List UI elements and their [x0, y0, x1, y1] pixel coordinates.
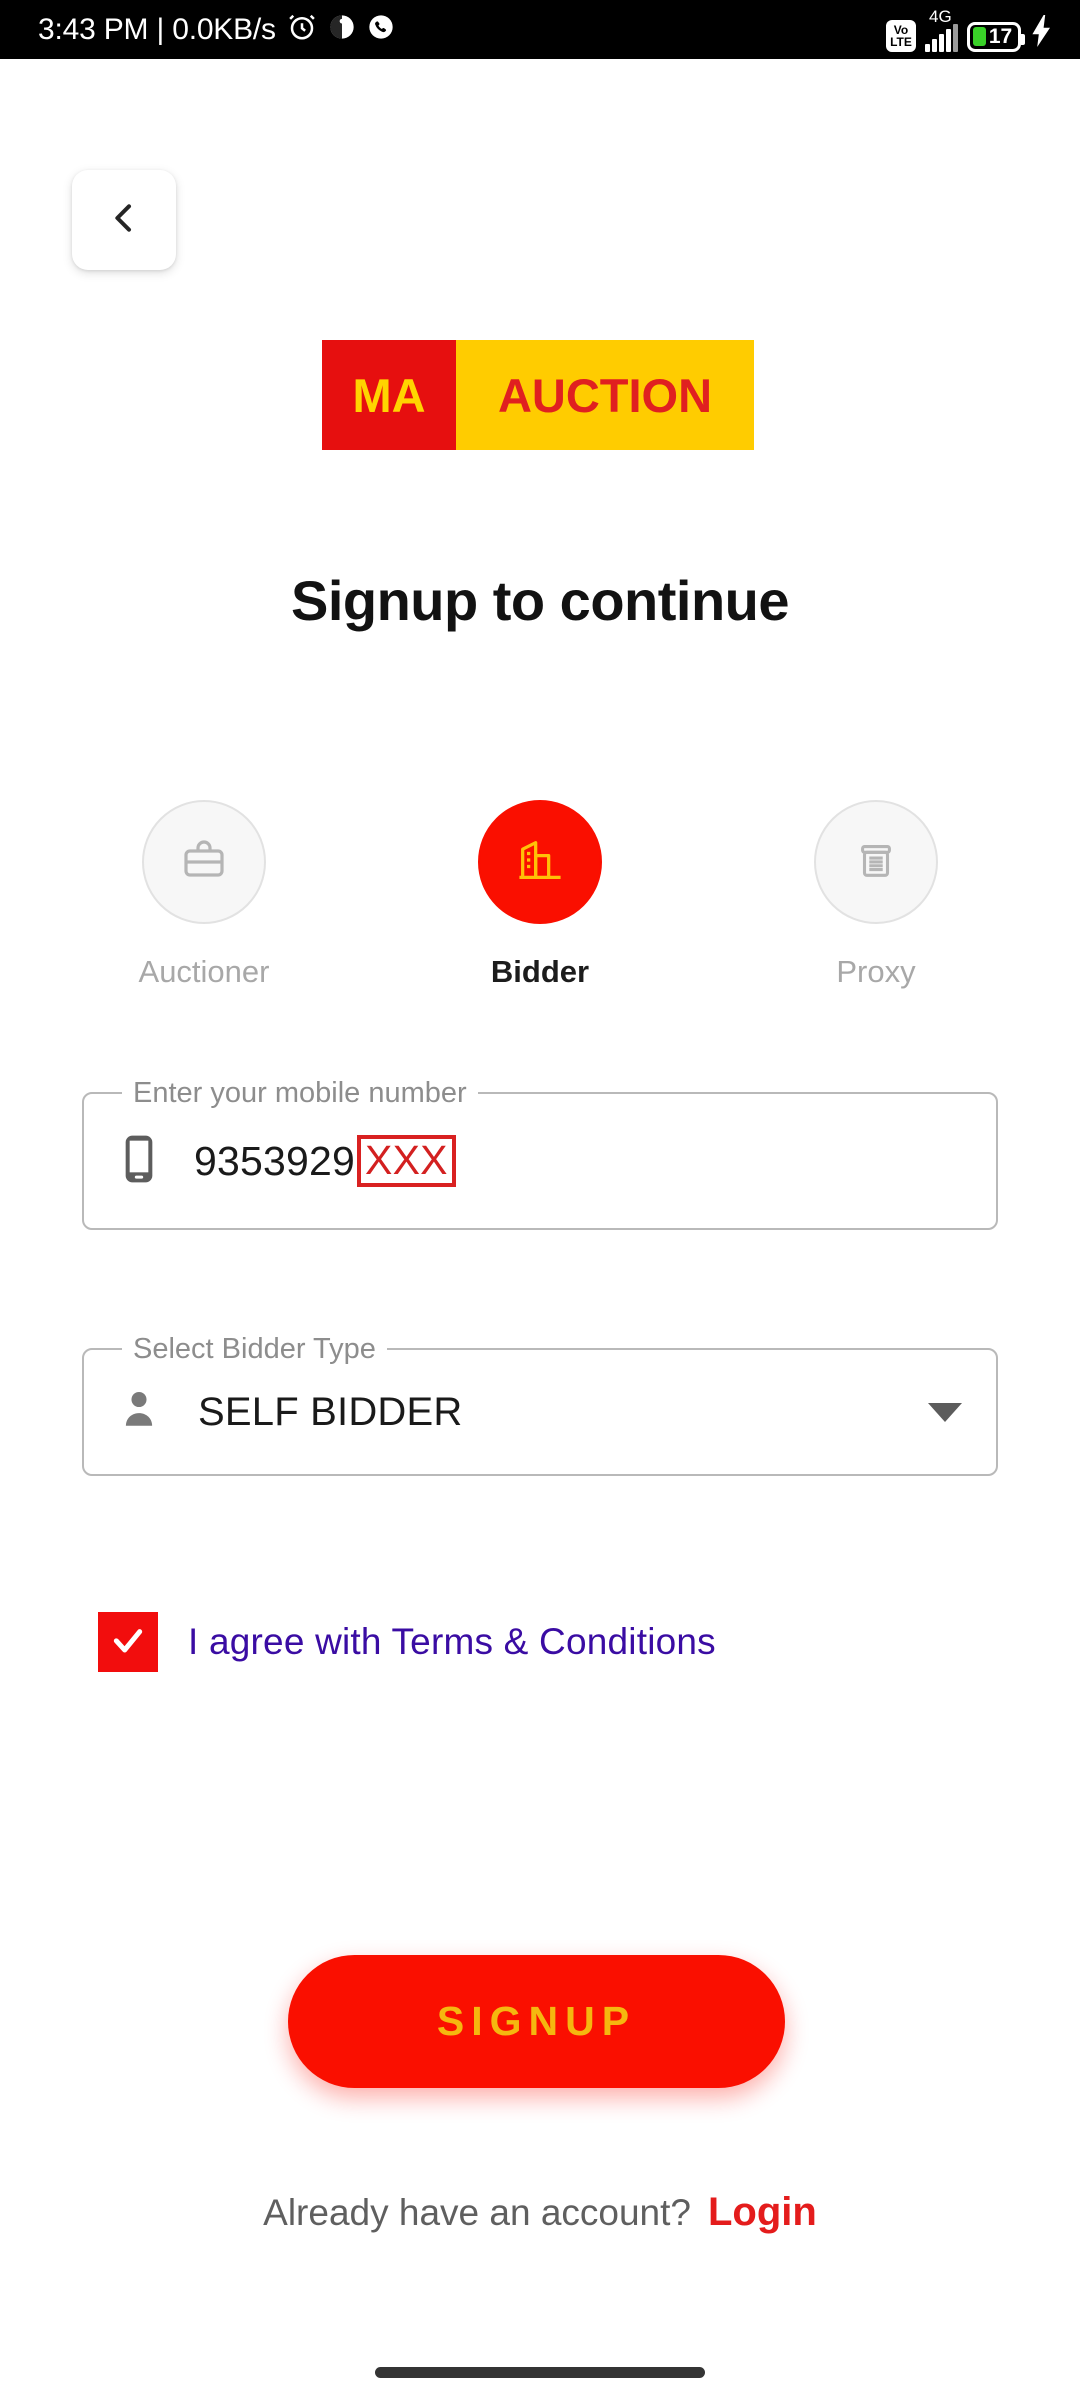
- status-bar-left: 3:43 PM | 0.0KB/s: [38, 12, 395, 47]
- role-label-auctioner: Auctioner: [138, 954, 270, 989]
- status-bar-clock-and-speed: 3:43 PM | 0.0KB/s: [38, 12, 276, 46]
- back-button[interactable]: [72, 170, 176, 270]
- check-icon: [108, 1620, 148, 1665]
- sound-mode-icon: [328, 13, 356, 46]
- terms-and-conditions-link[interactable]: I agree with Terms & Conditions: [188, 1621, 716, 1663]
- charging-bolt-icon: [1030, 14, 1054, 52]
- bidder-type-label: Select Bidder Type: [122, 1331, 387, 1367]
- login-prompt: Already have an account?: [263, 2192, 691, 2233]
- signup-button[interactable]: SIGNUP: [288, 1955, 785, 2088]
- role-icon-circle-auctioner: [142, 800, 266, 924]
- status-bar: 3:43 PM | 0.0KB/s Vo LTE 4G 17: [0, 0, 1080, 59]
- app-logo: MA AUCTION: [322, 340, 754, 450]
- login-row: Already have an account? Login: [0, 2190, 1080, 2235]
- battery-icon: 17: [967, 21, 1025, 52]
- building-icon: [514, 834, 566, 891]
- home-gesture-bar[interactable]: [375, 2367, 705, 2378]
- status-bar-right: Vo LTE 4G 17: [886, 8, 1054, 52]
- mobile-number-field[interactable]: Enter your mobile number 9353929 XXX: [82, 1075, 998, 1230]
- page-title: Signup to continue: [290, 569, 790, 632]
- role-option-bidder[interactable]: Bidder: [445, 800, 635, 990]
- phone-call-icon: [367, 13, 395, 46]
- role-option-auctioner[interactable]: Auctioner: [109, 800, 299, 990]
- mobile-number-label: Enter your mobile number: [122, 1075, 478, 1111]
- terms-checkbox[interactable]: [98, 1612, 158, 1672]
- mobile-number-value: 9353929: [194, 1137, 356, 1184]
- role-icon-circle-bidder: [478, 800, 602, 924]
- signal-bars-icon: [925, 23, 958, 52]
- alarm-icon: [287, 12, 317, 47]
- logo-ma-block: MA: [322, 340, 456, 450]
- terms-row[interactable]: I agree with Terms & Conditions: [98, 1612, 716, 1672]
- role-option-proxy[interactable]: Proxy: [781, 800, 971, 990]
- chevron-down-icon[interactable]: [928, 1402, 962, 1422]
- mobile-number-value-group: 9353929 XXX: [194, 1135, 456, 1187]
- smartphone-icon: [118, 1134, 160, 1189]
- briefcase-icon: [180, 836, 228, 889]
- volte-icon: Vo LTE: [886, 19, 916, 52]
- network-type-indicator: 4G: [925, 8, 958, 52]
- role-label-proxy: Proxy: [836, 954, 916, 989]
- mobile-number-redaction: XXX: [357, 1135, 456, 1187]
- role-selector: Auctioner Bidder Proxy: [0, 800, 1080, 990]
- role-label-bidder: Bidder: [490, 954, 590, 989]
- person-icon: [118, 1387, 160, 1438]
- bidder-type-dropdown[interactable]: Select Bidder Type SELF BIDDER: [82, 1331, 998, 1476]
- signup-button-label: SIGNUP: [436, 1998, 637, 2044]
- signup-screen: 3:43 PM | 0.0KB/s Vo LTE 4G 17 MA AUCTIO…: [0, 0, 1080, 2400]
- login-link[interactable]: Login: [708, 2190, 817, 2235]
- bidder-type-value: SELF BIDDER: [198, 1389, 463, 1434]
- logo-auction-block: AUCTION: [456, 340, 754, 450]
- chevron-left-icon: [104, 198, 144, 243]
- document-icon: [853, 837, 899, 888]
- role-icon-circle-proxy: [814, 800, 938, 924]
